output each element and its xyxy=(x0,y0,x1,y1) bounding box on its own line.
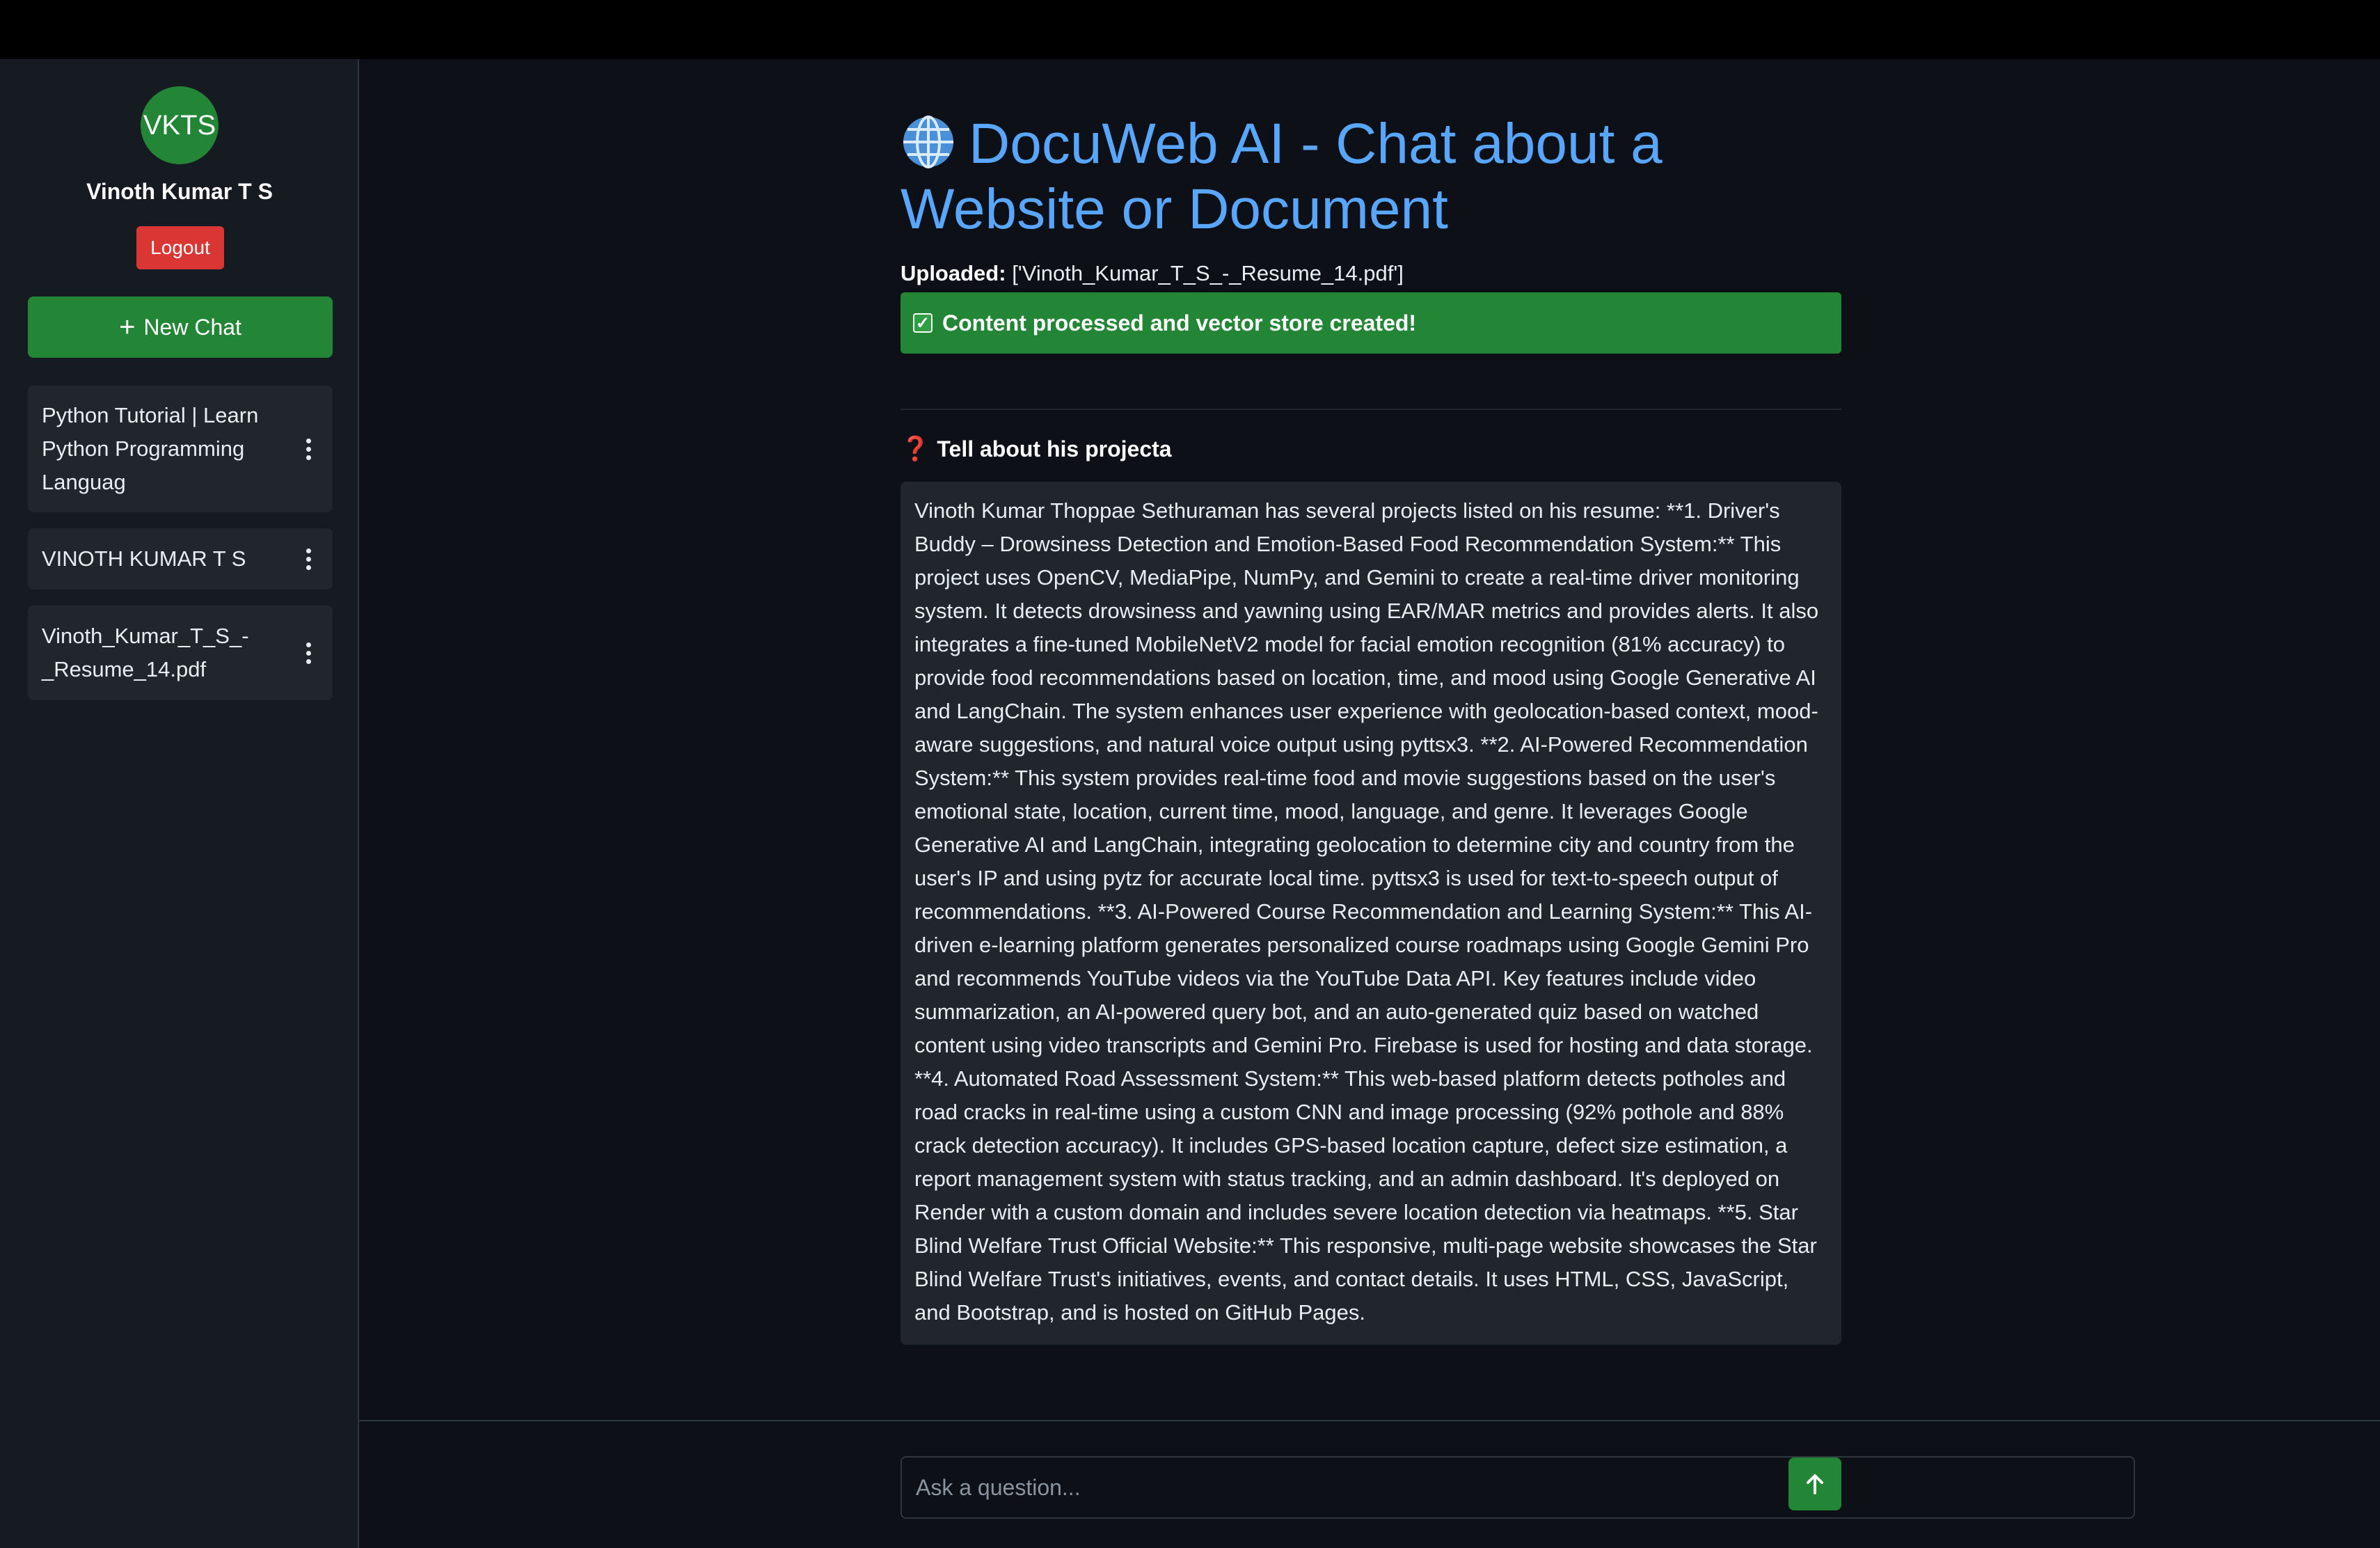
sidebar: VKTS Vinoth Kumar T S Logout + New Chat … xyxy=(0,59,359,1548)
question-text: Tell about his projecta xyxy=(937,436,1172,461)
more-options-icon[interactable] xyxy=(298,642,319,664)
user-name: Vinoth Kumar T S xyxy=(86,179,273,204)
new-chat-button[interactable]: + New Chat xyxy=(28,297,333,358)
globe-icon xyxy=(903,116,953,168)
avatar: VKTS xyxy=(141,86,219,164)
user-question: ❓ Tell about his projecta xyxy=(901,435,1172,463)
chat-history-item[interactable]: Python Tutorial | Learn Python Programmi… xyxy=(28,386,333,512)
page-title: DocuWeb AI - Chat about a Website or Doc… xyxy=(901,111,1736,242)
composer xyxy=(359,1421,2380,1548)
main-content: DocuWeb AI - Chat about a Website or Doc… xyxy=(359,59,2380,1420)
plus-icon: + xyxy=(119,312,136,342)
status-success-alert: ✓ Content processed and vector store cre… xyxy=(901,292,1841,354)
send-button[interactable] xyxy=(1788,1458,1841,1510)
chat-history-item[interactable]: Vinoth_Kumar_T_S_-_Resume_14.pdf xyxy=(28,606,333,700)
more-options-icon[interactable] xyxy=(298,548,319,570)
chat-history-label: Vinoth_Kumar_T_S_-_Resume_14.pdf xyxy=(42,624,249,681)
more-options-icon[interactable] xyxy=(298,438,319,460)
uploaded-value: ['Vinoth_Kumar_T_S_-_Resume_14.pdf'] xyxy=(1012,261,1404,285)
page-title-text: DocuWeb AI - Chat about a Website or Doc… xyxy=(901,112,1663,241)
check-icon: ✓ xyxy=(913,313,933,333)
status-text: Content processed and vector store creat… xyxy=(942,310,1417,335)
question-mark-icon: ❓ xyxy=(901,436,930,462)
ask-question-input[interactable] xyxy=(901,1456,2135,1519)
uploaded-files: Uploaded: ['Vinoth_Kumar_T_S_-_Resume_14… xyxy=(901,261,1404,286)
uploaded-label: Uploaded: xyxy=(901,261,1006,285)
logout-button[interactable]: Logout xyxy=(136,226,224,269)
top-bar xyxy=(0,0,2380,59)
arrow-up-icon xyxy=(1807,1474,1823,1494)
chat-history-item[interactable]: VINOTH KUMAR T S xyxy=(28,528,333,590)
divider xyxy=(901,409,1841,410)
chat-history-label: VINOTH KUMAR T S xyxy=(42,546,246,571)
chat-history-label: Python Tutorial | Learn Python Programmi… xyxy=(42,403,259,494)
new-chat-label: New Chat xyxy=(143,314,241,340)
assistant-answer: Vinoth Kumar Thoppae Sethuraman has seve… xyxy=(901,482,1841,1345)
